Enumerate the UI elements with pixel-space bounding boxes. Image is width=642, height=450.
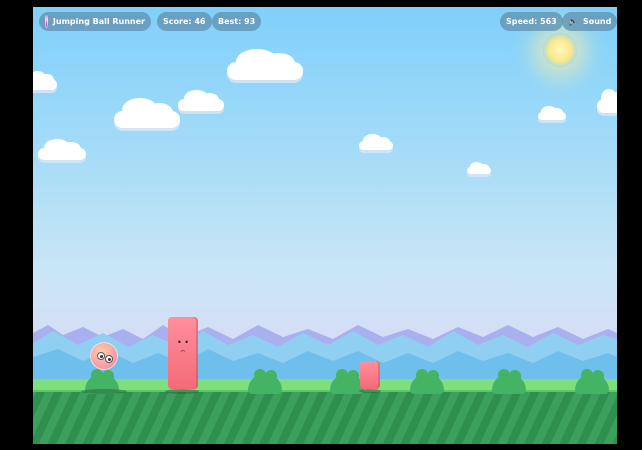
best-score-text: Best: 93	[218, 17, 256, 26]
bush	[492, 369, 526, 394]
speed-badge: Speed: 563	[500, 12, 563, 31]
player-shadow	[81, 389, 127, 394]
obstacle-face: • • ⌢	[177, 338, 189, 355]
obstacle-shadow	[165, 389, 199, 394]
game-title-badge: Jumping Ball Runner	[39, 12, 151, 31]
mountain-range	[33, 325, 617, 387]
bush	[248, 369, 282, 394]
cloud	[114, 98, 180, 128]
player-ball	[90, 342, 118, 370]
bush	[410, 369, 444, 394]
best-score-badge: Best: 93	[212, 12, 262, 31]
cloud	[227, 48, 303, 80]
score-text: Score: 46	[163, 17, 206, 26]
cloud	[359, 134, 393, 150]
bush	[575, 369, 609, 394]
cloud	[33, 70, 57, 90]
cloud	[467, 161, 491, 174]
ball-icon	[45, 15, 48, 28]
game-title: Jumping Ball Runner	[52, 17, 145, 26]
sun	[543, 33, 577, 67]
cloud	[178, 90, 224, 111]
player-eye	[97, 352, 105, 360]
speed-text: Speed: 563	[506, 17, 557, 26]
short-obstacle	[360, 361, 380, 389]
tall-obstacle: • • ⌢	[168, 317, 198, 389]
sound-button[interactable]: 🔈 Sound	[562, 12, 617, 31]
sound-label: Sound	[582, 17, 612, 26]
speaker-icon: 🔈	[568, 17, 578, 26]
cloud	[38, 139, 86, 160]
obstacle-shadow	[359, 389, 381, 393]
cloud	[597, 88, 617, 113]
score-badge: Score: 46	[157, 12, 212, 31]
game-canvas[interactable]: Jumping Ball Runner Score: 46 Best: 93 S…	[33, 7, 617, 444]
player-eye	[105, 355, 113, 363]
cloud	[538, 106, 566, 120]
